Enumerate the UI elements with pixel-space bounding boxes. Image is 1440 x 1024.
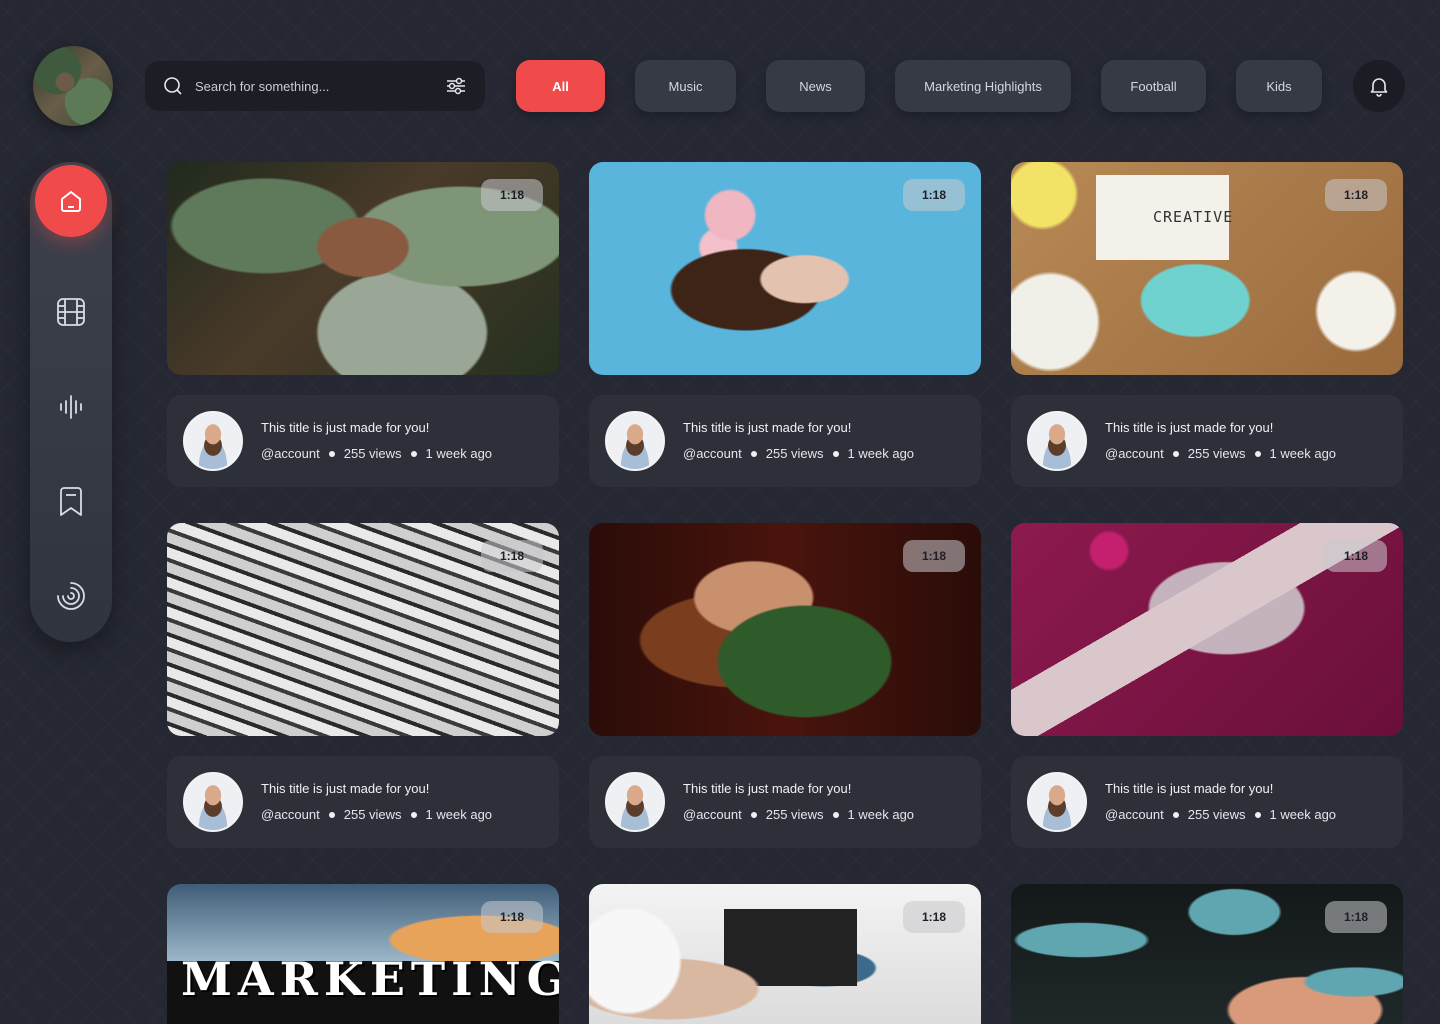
author-avatar[interactable] — [1027, 411, 1087, 471]
duration-badge: 1:18 — [1325, 540, 1387, 572]
video-title[interactable]: This title is just made for you! — [683, 420, 851, 435]
video-thumbnail[interactable]: 1:18 — [589, 523, 981, 736]
duration-badge: 1:18 — [481, 179, 543, 211]
author-avatar[interactable] — [605, 772, 665, 832]
spinner-icon — [57, 582, 85, 610]
account-link[interactable]: @account — [261, 807, 320, 822]
video-meta: @account 255 views 1 week ago — [683, 807, 914, 822]
video-title[interactable]: This title is just made for you! — [261, 420, 429, 435]
video-meta: @account 255 views 1 week ago — [261, 807, 492, 822]
profile-avatar[interactable] — [33, 46, 113, 126]
filter-chip-all[interactable]: All — [516, 60, 605, 112]
audio-wave-icon — [60, 395, 82, 419]
author-avatar[interactable] — [605, 411, 665, 471]
view-count: 255 views — [343, 807, 402, 822]
upload-age: 1 week ago — [1269, 446, 1337, 461]
filter-chip-music[interactable]: Music — [635, 60, 736, 112]
bell-icon — [1370, 78, 1388, 97]
video-title[interactable]: This title is just made for you! — [1105, 781, 1273, 796]
video-meta: @account 255 views 1 week ago — [1105, 446, 1336, 461]
video-thumbnail[interactable]: 1:18 — [589, 162, 981, 375]
video-thumbnail[interactable]: 1:18 — [589, 884, 981, 1024]
sidebar-item-home[interactable] — [35, 165, 107, 237]
video-info-card[interactable]: This title is just made for you! @accoun… — [589, 395, 981, 487]
author-avatar[interactable] — [1027, 772, 1087, 832]
video-meta: @account 255 views 1 week ago — [261, 446, 492, 461]
video-title[interactable]: This title is just made for you! — [683, 781, 851, 796]
duration-badge: 1:18 — [903, 179, 965, 211]
upload-age: 1 week ago — [847, 807, 915, 822]
account-link[interactable]: @account — [683, 807, 742, 822]
duration-badge: 1:18 — [481, 540, 543, 572]
duration-badge: 1:18 — [903, 901, 965, 933]
search-icon — [164, 77, 182, 95]
video-info-card[interactable]: This title is just made for you! @accoun… — [1011, 756, 1403, 848]
thumbnail-text: CREATIVE — [1153, 208, 1234, 226]
search-input[interactable] — [195, 78, 445, 94]
video-info-card[interactable]: This title is just made for you! @accoun… — [167, 395, 559, 487]
duration-badge: 1:18 — [903, 540, 965, 572]
search-bar[interactable] — [145, 61, 485, 111]
video-meta: @account 255 views 1 week ago — [683, 446, 914, 461]
video-thumbnail[interactable]: 1:18 — [167, 162, 559, 375]
upload-age: 1 week ago — [1269, 807, 1337, 822]
sidebar-item-audio[interactable] — [35, 371, 107, 443]
sidebar-item-activity[interactable] — [35, 560, 107, 632]
filter-settings-icon[interactable] — [445, 76, 467, 96]
upload-age: 1 week ago — [847, 446, 915, 461]
account-link[interactable]: @account — [1105, 446, 1164, 461]
account-link[interactable]: @account — [261, 446, 320, 461]
author-avatar[interactable] — [183, 772, 243, 832]
video-meta: @account 255 views 1 week ago — [1105, 807, 1336, 822]
sidebar-item-videos[interactable] — [35, 276, 107, 348]
video-title[interactable]: This title is just made for you! — [1105, 420, 1273, 435]
video-info-card[interactable]: This title is just made for you! @accoun… — [167, 756, 559, 848]
film-icon — [57, 298, 85, 326]
video-title[interactable]: This title is just made for you! — [261, 781, 429, 796]
video-thumbnail[interactable]: MARKETING 1:18 — [167, 884, 559, 1024]
upload-age: 1 week ago — [425, 446, 493, 461]
view-count: 255 views — [765, 446, 824, 461]
video-thumbnail[interactable]: 1:18 — [1011, 523, 1403, 736]
sidebar — [30, 162, 112, 642]
account-link[interactable]: @account — [683, 446, 742, 461]
filter-chip-kids[interactable]: Kids — [1236, 60, 1322, 112]
notifications-button[interactable] — [1353, 60, 1405, 112]
video-info-card[interactable]: This title is just made for you! @accoun… — [1011, 395, 1403, 487]
duration-badge: 1:18 — [1325, 179, 1387, 211]
video-thumbnail[interactable]: 1:18 — [167, 523, 559, 736]
video-thumbnail[interactable]: CREATIVE 1:18 — [1011, 162, 1403, 375]
duration-badge: 1:18 — [481, 901, 543, 933]
account-link[interactable]: @account — [1105, 807, 1164, 822]
thumbnail-text: MARKETING — [181, 952, 559, 1006]
view-count: 255 views — [765, 807, 824, 822]
background-pattern — [0, 0, 1440, 1024]
sidebar-item-saved[interactable] — [35, 466, 107, 538]
home-icon — [61, 191, 81, 212]
filter-chip-football[interactable]: Football — [1101, 60, 1206, 112]
author-avatar[interactable] — [183, 411, 243, 471]
filter-chip-marketing-highlights[interactable]: Marketing Highlights — [895, 60, 1071, 112]
view-count: 255 views — [1187, 807, 1246, 822]
view-count: 255 views — [343, 446, 402, 461]
upload-age: 1 week ago — [425, 807, 493, 822]
video-info-card[interactable]: This title is just made for you! @accoun… — [589, 756, 981, 848]
duration-badge: 1:18 — [1325, 901, 1387, 933]
video-thumbnail[interactable]: 1:18 — [1011, 884, 1403, 1024]
view-count: 255 views — [1187, 446, 1246, 461]
filter-chip-news[interactable]: News — [766, 60, 865, 112]
bookmark-icon — [60, 487, 82, 516]
